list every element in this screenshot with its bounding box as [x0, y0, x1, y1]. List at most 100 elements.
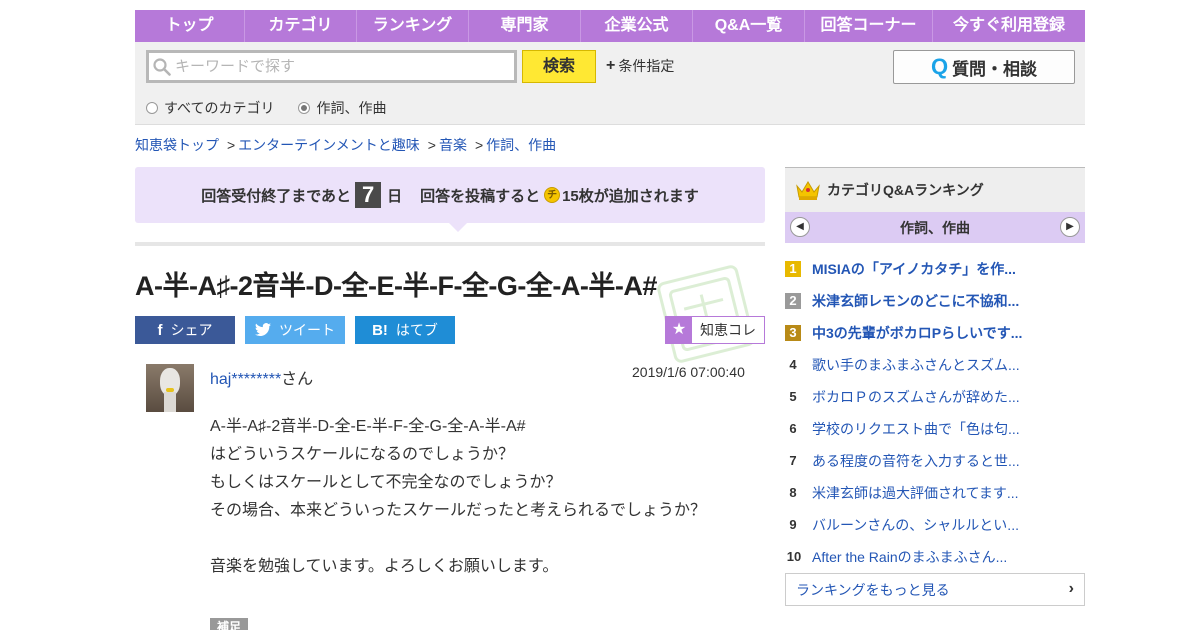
search-area: 検索 + 条件指定 Q 質問・相談 すべてのカテゴリ 作詞、作曲 — [135, 42, 1085, 125]
nav-item-register[interactable]: 今すぐ利用登録 — [933, 10, 1085, 42]
conditions-label: 条件指定 — [618, 58, 675, 74]
ranking-header: カテゴリQ&Aランキング — [785, 167, 1085, 212]
search-box — [146, 50, 517, 83]
search-button[interactable]: 検索 — [522, 50, 596, 83]
facebook-share-button[interactable]: f シェア — [135, 316, 235, 344]
ranking-item[interactable]: 5 ボカロＰのスズムさんが辞めた... — [785, 381, 1085, 413]
solved-stamp-icon — [657, 265, 755, 363]
radio-current-label: 作詞、作曲 — [316, 100, 387, 116]
nav-item-top[interactable]: トップ — [135, 10, 245, 42]
ranking-link[interactable]: MISIAの「アイノカタチ」を作... — [812, 259, 1016, 279]
chevron-right-icon: › — [1068, 580, 1074, 597]
nav-item-ranking[interactable]: ランキング — [357, 10, 469, 42]
avatar[interactable] — [146, 364, 194, 412]
ranking-link[interactable]: 中3の先輩がボカロPらしいです... — [812, 323, 1022, 343]
ask-question-button[interactable]: Q 質問・相談 — [893, 50, 1075, 84]
radio-all-categories[interactable]: すべてのカテゴリ — [146, 98, 274, 118]
global-nav: トップ カテゴリ ランキング 専門家 企業公式 Q&A一覧 回答コーナー 今すぐ… — [135, 10, 1085, 42]
breadcrumb-composition[interactable]: 作詞、作曲 — [486, 135, 556, 155]
more-ranking-button[interactable]: ランキングをもっと見る › — [785, 573, 1085, 606]
rank-number: 7 — [789, 453, 797, 468]
breadcrumb-music[interactable]: 音楽 — [439, 135, 467, 155]
rank-number: 5 — [789, 389, 797, 404]
facebook-share-label: シェア — [170, 322, 213, 338]
ranking-item[interactable]: 4 歌い手のまふまふさんとスズム... — [785, 349, 1085, 381]
ranking-item[interactable]: 9 バルーンさんの、シャルルとい... — [785, 509, 1085, 541]
rank-number: 8 — [789, 485, 797, 500]
question-title: A-半-A♯-2音半-D-全-E-半-F-全-G-全-A-半-A# — [135, 271, 657, 301]
ranking-item[interactable]: 2 米津玄師レモンのどこに不協和... — [785, 285, 1085, 317]
ranking-link[interactable]: バルーンさんの、シャルルとい... — [812, 515, 1019, 535]
ranking-list: 1 MISIAの「アイノカタチ」を作... 2 米津玄師レモンのどこに不協和..… — [785, 253, 1085, 573]
nav-item-category[interactable]: カテゴリ — [245, 10, 357, 42]
divider — [135, 242, 765, 246]
breadcrumb-entertainment[interactable]: エンターテインメントと趣味 — [238, 135, 420, 155]
avatar-neck — [164, 392, 176, 412]
twitter-share-button[interactable]: ツイート — [245, 316, 345, 344]
category-scope: すべてのカテゴリ 作詞、作曲 — [146, 98, 410, 118]
plus-icon: + — [606, 57, 616, 74]
ranking-link[interactable]: ある程度の音符を入力すると世... — [812, 451, 1020, 471]
avatar-mouth — [166, 388, 174, 392]
nav-item-qa-list[interactable]: Q&A一覧 — [693, 10, 805, 42]
chiekore-label: 知恵コレ — [700, 322, 756, 338]
notice-suffix: 15枚が追加されます — [562, 187, 699, 205]
ranking-item[interactable]: 3 中3の先輩がボカロPらしいです... — [785, 317, 1085, 349]
ranking-item[interactable]: 8 米津玄師は過大評価されてます... — [785, 477, 1085, 509]
star-icon: ★ — [666, 317, 692, 343]
author-suffix: さん — [281, 371, 314, 388]
notice-prefix: 回答受付終了まであと — [201, 187, 352, 205]
question-author: haj********さん — [210, 365, 313, 389]
ranking-item[interactable]: 10 After the Rainのまふまふさん... — [785, 541, 1085, 573]
days-unit: 日 — [387, 187, 403, 205]
ranking-item[interactable]: 7 ある程度の音符を入力すると世... — [785, 445, 1085, 477]
facebook-icon: f — [157, 321, 163, 339]
nav-item-experts[interactable]: 専門家 — [469, 10, 581, 42]
nav-item-official[interactable]: 企業公式 — [581, 10, 693, 42]
radio-current-category[interactable]: 作詞、作曲 — [298, 98, 386, 118]
question-q-icon: Q — [930, 54, 949, 79]
ask-question-label: 質問・相談 — [952, 59, 1038, 79]
search-icon — [153, 57, 171, 76]
more-ranking-label: ランキングをもっと見る — [796, 581, 950, 598]
conditions-toggle[interactable]: + 条件指定 — [606, 56, 674, 76]
days-remaining: 7 — [355, 182, 382, 208]
search-input[interactable] — [175, 58, 505, 75]
rank-number: 2 — [785, 293, 801, 309]
twitter-share-label: ツイート — [279, 322, 335, 338]
radio-all-label: すべてのカテゴリ — [164, 100, 275, 116]
hatena-icon: B! — [372, 321, 388, 339]
ranking-category-bar: ◀ 作詞、作曲 ▶ — [785, 212, 1085, 243]
ranking-item[interactable]: 1 MISIAの「アイノカタチ」を作... — [785, 253, 1085, 285]
breadcrumb-separator: > — [227, 137, 236, 153]
ranking-link[interactable]: 米津玄師は過大評価されてます... — [812, 483, 1019, 503]
prev-category-button[interactable]: ◀ — [790, 217, 810, 237]
coin-icon: チ — [544, 187, 561, 203]
breadcrumb-top[interactable]: 知恵袋トップ — [135, 135, 219, 155]
ranking-link[interactable]: 米津玄師レモンのどこに不協和... — [812, 291, 1019, 311]
supplement-badge: 補足 — [210, 618, 248, 630]
chiekore-button[interactable]: ★ 知恵コレ — [665, 316, 765, 344]
ranking-link[interactable]: After the Rainのまふまふさん... — [812, 547, 1007, 567]
rank-number: 10 — [786, 549, 802, 564]
next-category-button[interactable]: ▶ — [1060, 217, 1080, 237]
rank-number: 1 — [785, 261, 801, 277]
ranking-link[interactable]: ボカロＰのスズムさんが辞めた... — [812, 387, 1020, 407]
nav-item-answer-corner[interactable]: 回答コーナー — [805, 10, 933, 42]
rank-number: 6 — [789, 421, 797, 436]
breadcrumb-separator: > — [474, 137, 484, 153]
author-link[interactable]: haj******** — [210, 371, 281, 388]
question-body: A-半-A♯-2音半-D-全-E-半-F-全-G-全-A-半-A# はどういうス… — [210, 418, 707, 575]
hatena-bookmark-button[interactable]: B! はてブ — [355, 316, 455, 344]
radio-current-indicator[interactable] — [298, 102, 311, 114]
breadcrumb-separator: > — [427, 137, 436, 153]
radio-all-indicator[interactable] — [146, 102, 158, 114]
ranking-link[interactable]: 学校のリクエスト曲で「色は匂... — [812, 419, 1020, 439]
twitter-icon — [255, 323, 271, 336]
crown-icon — [796, 181, 820, 200]
ranking-title: カテゴリQ&Aランキング — [827, 182, 984, 198]
ranking-link[interactable]: 歌い手のまふまふさんとスズム... — [812, 355, 1020, 375]
rank-number: 4 — [789, 357, 797, 372]
rank-number: 9 — [789, 517, 797, 532]
ranking-item[interactable]: 6 学校のリクエスト曲で「色は匂... — [785, 413, 1085, 445]
